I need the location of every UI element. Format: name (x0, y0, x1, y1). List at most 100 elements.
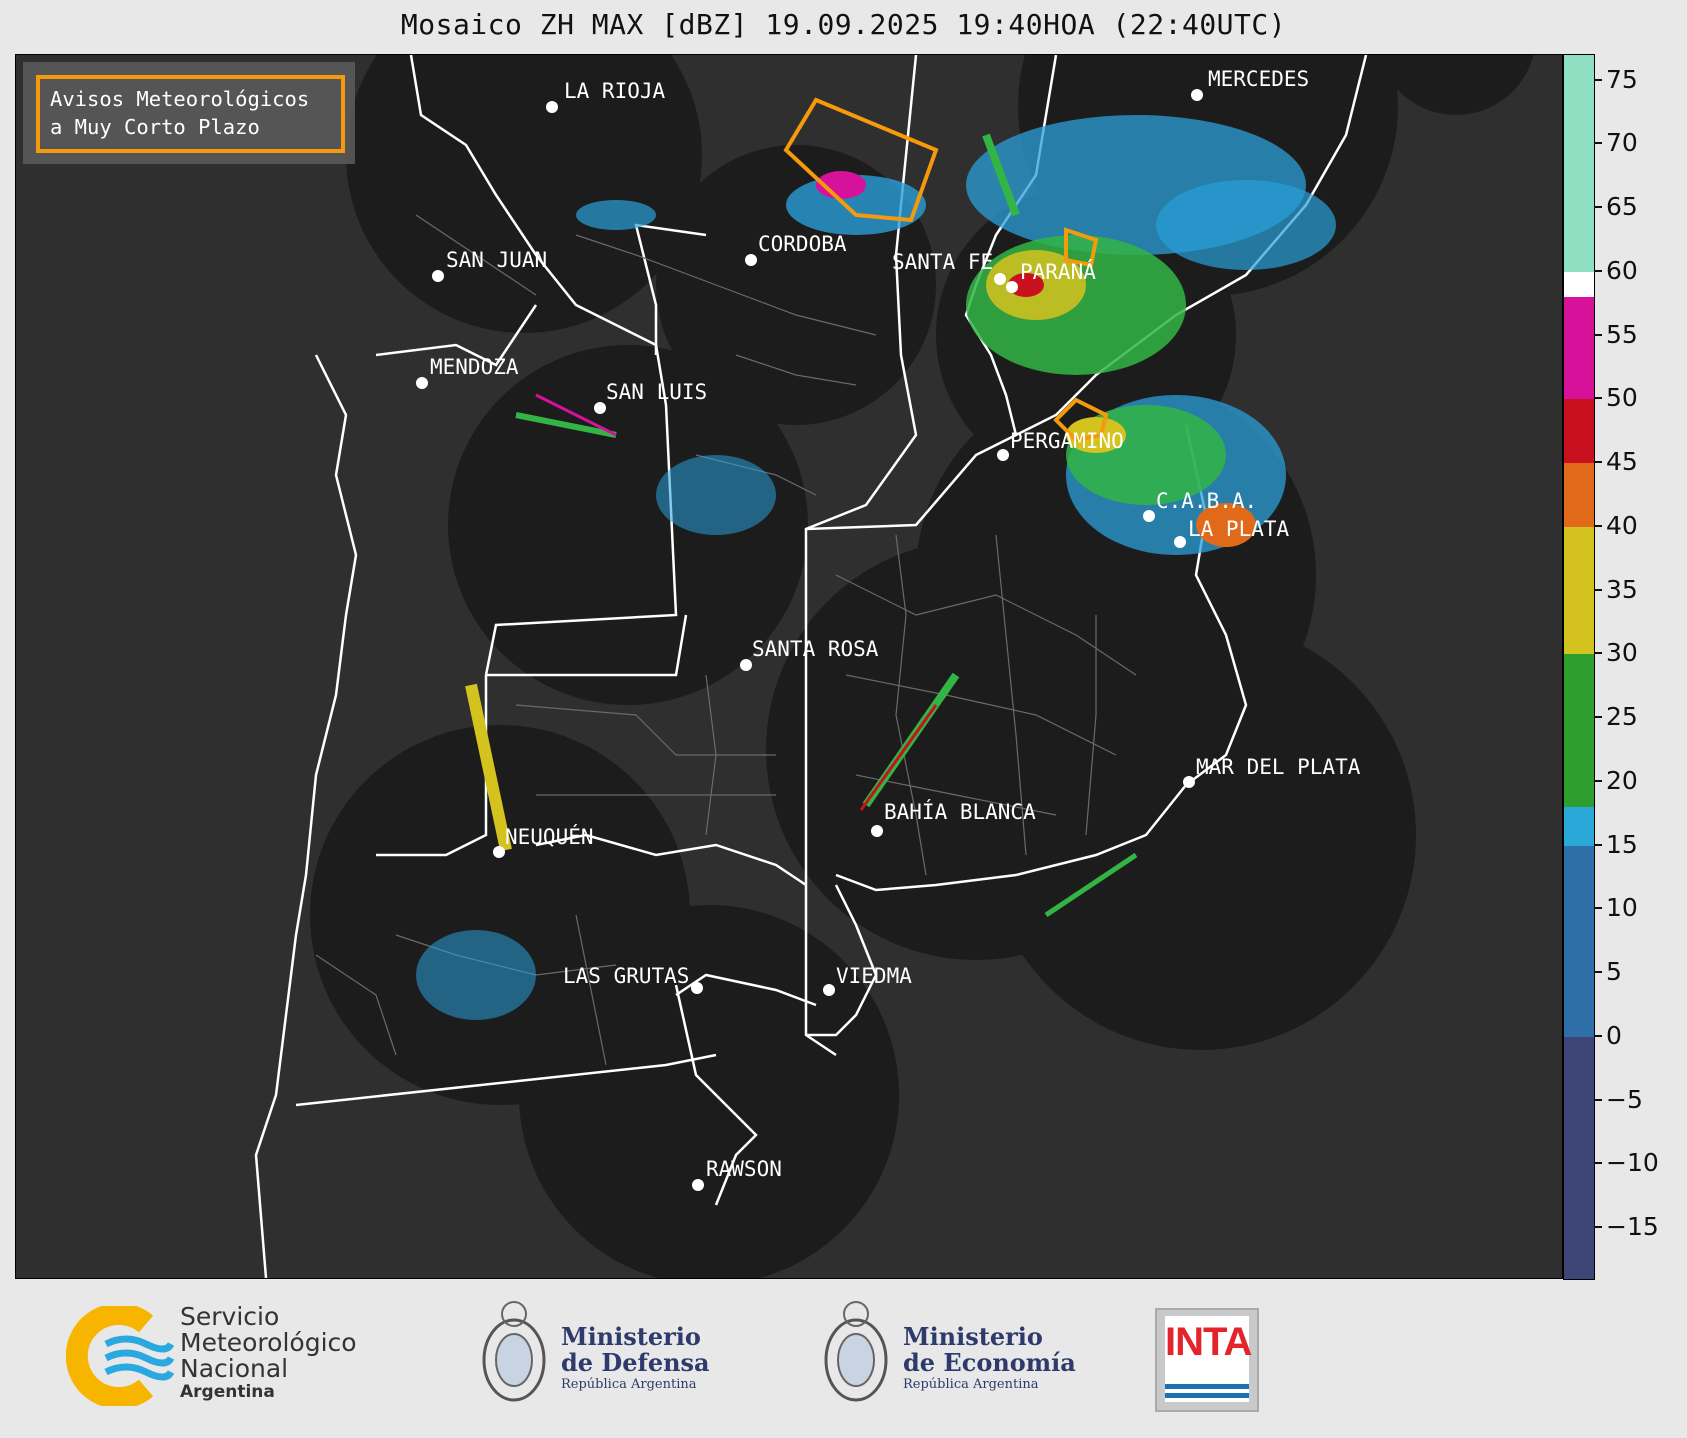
colorbar-tick (1594, 1162, 1602, 1165)
city-label-caba: C.A.B.A. (1156, 489, 1258, 513)
smn-line4: Argentina (180, 1382, 275, 1402)
colorbar-tick-label: 45 (1606, 447, 1638, 476)
colorbar-tick (1594, 1226, 1602, 1228)
colorbar-tick (1594, 843, 1602, 846)
dbz-colorbar (1563, 54, 1595, 1280)
footer-logos: Servicio Meteorológico Nacional Argentin… (0, 1278, 1687, 1438)
colorbar-tick-label: 30 (1606, 638, 1638, 668)
colorbar-tick-label: 65 (1606, 192, 1638, 221)
city-dot-san-luis (594, 402, 606, 414)
city-dot-mendoza (416, 377, 428, 389)
city-dot-las-grutas (691, 982, 703, 994)
colorbar-tick (1594, 779, 1602, 782)
city-dot-mercedes (1191, 89, 1203, 101)
city-dot-santa-rosa (740, 659, 752, 671)
city-label-la-rioja: LA RIOJA (564, 79, 666, 103)
economia-logo-text: Ministerio de Economía República Argenti… (903, 1324, 1076, 1394)
smn-logo-text: Servicio Meteorológico Nacional Argentin… (180, 1302, 357, 1403)
colorbar-tick (1594, 461, 1602, 463)
colorbar-tick (1594, 716, 1602, 718)
colorbar-tick-label: 35 (1606, 574, 1638, 604)
colorbar-tick-label: 75 (1606, 64, 1638, 94)
colorbar-segment (1564, 271, 1594, 298)
defensa-logo-text: Ministerio de Defensa República Argentin… (561, 1324, 710, 1394)
city-label-bahia-blanca: BAHÍA BLANCA (884, 800, 1036, 824)
colorbar-tick-label: 25 (1606, 702, 1638, 731)
city-dot-la-rioja (546, 101, 558, 113)
city-dot-mar-del-plata (1183, 776, 1195, 788)
defensa-line1: Ministerio (561, 1322, 701, 1351)
city-dot-pergamino (997, 449, 1009, 461)
colorbar-tick-label: 10 (1606, 893, 1638, 923)
colorbar-tick (1594, 1034, 1602, 1037)
city-label-pergamino: PERGAMINO (1010, 429, 1124, 453)
map-title: Mosaico ZH MAX [dBZ] 19.09.2025 19:40HOA… (400, 8, 1287, 41)
colorbar-tick (1594, 652, 1602, 655)
smn-line3: Nacional (180, 1354, 289, 1383)
colorbar-tick-label: 50 (1606, 383, 1638, 413)
warning-legend-line1: Avisos Meteorológicos (50, 87, 310, 111)
colorbar-tick (1594, 524, 1602, 527)
colorbar-tick (1594, 142, 1602, 145)
city-dot-san-juan (432, 270, 444, 282)
colorbar-tick-label: 55 (1606, 319, 1638, 349)
city-label-san-luis: SAN LUIS (606, 380, 708, 404)
smn-line1: Servicio (180, 1302, 280, 1331)
colorbar-segment (1564, 526, 1594, 655)
colorbar-tick (1594, 78, 1602, 81)
city-label-rawson: RAWSON (706, 1157, 782, 1181)
city-dot-caba (1143, 510, 1155, 522)
radar-coverage (310, 55, 1534, 1278)
city-label-mendoza: MENDOZA (430, 355, 519, 379)
colorbar-tick-label: −5 (1606, 1084, 1643, 1114)
city-label-mercedes: MERCEDES (1208, 67, 1310, 91)
defensa-line2: de Defensa (561, 1348, 710, 1377)
colorbar-segment (1564, 399, 1594, 463)
city-label-santa-rosa: SANTA ROSA (752, 637, 879, 661)
city-dot-santa-fe (994, 273, 1006, 285)
colorbar-tick (1594, 971, 1602, 973)
city-label-san-juan: SAN JUAN (446, 248, 548, 272)
colorbar-tick (1594, 907, 1602, 910)
warning-legend-line2: a Muy Corto Plazo (50, 115, 260, 139)
city-label-las-grutas: LAS GRUTAS (563, 964, 690, 988)
colorbar-tick-label: 60 (1606, 255, 1638, 285)
city-dot-bahia-blanca (871, 825, 883, 837)
warning-legend-frame: Avisos Meteorológicos a Muy Corto Plazo (36, 75, 345, 153)
colorbar-tick-label: 5 (1606, 957, 1622, 986)
colorbar-tick (1594, 333, 1602, 336)
colorbar-tick (1594, 269, 1602, 272)
smn-line2: Meteorológico (180, 1328, 357, 1357)
economia-line1: Ministerio (903, 1322, 1043, 1351)
inta-logo-icon: INTA (1155, 1308, 1259, 1412)
colorbar-tick (1594, 1098, 1602, 1101)
city-label-la-plata: LA PLATA (1188, 517, 1290, 541)
defensa-seal-icon (482, 1301, 546, 1402)
city-label-parana: PARANÁ (1020, 260, 1096, 284)
colorbar-tick-label: 20 (1606, 765, 1638, 795)
city-dot-viedma (823, 984, 835, 996)
colorbar-tick-label: −10 (1606, 1148, 1659, 1178)
colorbar-segment (1564, 654, 1594, 808)
defensa-line3: República Argentina (561, 1377, 697, 1392)
colorbar-tick (1594, 206, 1602, 208)
colorbar-tick (1594, 588, 1602, 591)
city-label-cordoba: CORDOBA (758, 232, 847, 256)
colorbar-segment (1564, 1036, 1594, 1279)
city-dot-la-plata (1174, 536, 1186, 548)
economia-seal-icon (824, 1301, 888, 1402)
economia-line3: República Argentina (903, 1377, 1039, 1392)
city-label-santa-fe: SANTA FE (892, 250, 994, 274)
colorbar-segment (1564, 845, 1594, 1037)
colorbar-segment (1564, 463, 1594, 527)
colorbar-tick (1594, 397, 1602, 400)
economia-line2: de Economía (903, 1348, 1076, 1377)
colorbar-tick-label: 40 (1606, 510, 1638, 540)
colorbar-segment (1564, 807, 1594, 846)
colorbar-tick-label: −15 (1606, 1212, 1659, 1241)
colorbar-tick-label: 70 (1606, 128, 1638, 158)
inta-logo-text: INTA (1165, 1320, 1252, 1364)
radar-map[interactable]: LA RIOJA MERCEDES CORDOBA SAN JUAN SANTA… (15, 54, 1563, 1279)
colorbar-tick-label: 0 (1606, 1020, 1622, 1050)
city-label-viedma: VIEDMA (836, 964, 912, 988)
